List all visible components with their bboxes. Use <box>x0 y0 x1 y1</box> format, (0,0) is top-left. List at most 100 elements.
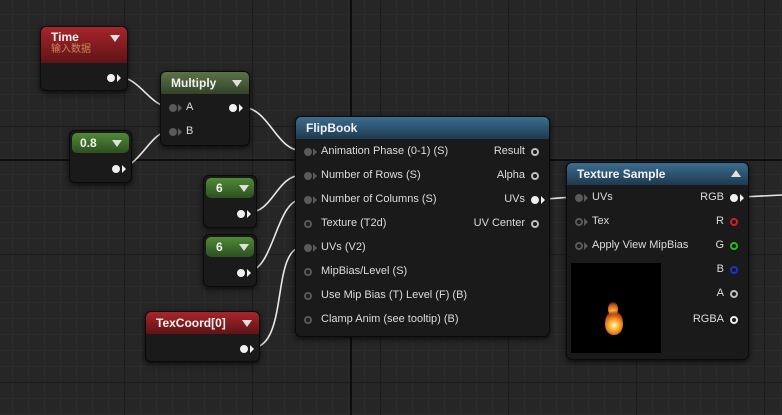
texture-sample-input-mipbias-label: Apply View MipBias <box>592 239 689 251</box>
chevron-down-icon[interactable] <box>232 80 242 87</box>
flipbook-output-uvs-label: UVs <box>504 193 525 205</box>
flipbook-input-columns-pin[interactable] <box>304 196 312 204</box>
pin-arrow-icon <box>313 148 317 156</box>
time-output-pin[interactable] <box>107 74 115 82</box>
pin-arrow-icon <box>178 128 182 136</box>
texture-sample-input-mipbias-pin[interactable] <box>575 242 583 250</box>
texture-sample-output-g-label: G <box>715 239 724 251</box>
pin-arrow-icon <box>740 194 744 202</box>
time-node-header[interactable]: Time 输入数据 <box>41 27 127 63</box>
multiply-output-pin[interactable] <box>229 104 237 112</box>
multiply-input-b-pin[interactable] <box>169 128 177 136</box>
multiply-node[interactable]: Multiply A B <box>160 71 250 146</box>
pin-arrow-icon <box>584 218 588 226</box>
texture-sample-input-tex-pin[interactable] <box>575 218 583 226</box>
texture-sample-node[interactable]: Texture Sample UVs Tex Apply View MipBia… <box>566 162 749 360</box>
chevron-down-icon[interactable] <box>239 185 249 192</box>
texture-preview <box>571 263 661 353</box>
pin-arrow-icon <box>122 165 126 173</box>
chevron-down-icon[interactable] <box>242 320 252 327</box>
flipbook-input-phase-label: Animation Phase (0-1) (S) <box>321 145 449 157</box>
multiply-input-a-pin[interactable] <box>169 104 177 112</box>
flipbook-input-mipbias-pin[interactable] <box>304 268 312 276</box>
texture-sample-output-rgb-label: RGB <box>700 191 724 203</box>
multiply-node-header[interactable]: Multiply <box>161 72 249 94</box>
flipbook-input-uvs-label: UVs (V2) <box>321 241 366 253</box>
constant-columns-node[interactable]: 6 <box>203 234 257 287</box>
multiply-input-b-label: B <box>186 125 194 137</box>
pin-arrow-icon <box>584 194 588 202</box>
flipbook-input-uvs-pin[interactable] <box>304 244 312 252</box>
multiply-node-title: Multiply <box>171 76 217 90</box>
flipbook-input-phase-pin[interactable] <box>304 148 312 156</box>
constant-0-8-value: 0.8 <box>80 136 97 150</box>
texture-sample-output-g-pin[interactable] <box>730 242 738 250</box>
flipbook-input-usemipbias-pin[interactable] <box>304 292 312 300</box>
texture-sample-title: Texture Sample <box>577 167 666 181</box>
flipbook-input-clampanim-label: Clamp Anim (see tooltip) (B) <box>321 313 459 325</box>
flipbook-input-columns-label: Number of Columns (S) <box>321 193 437 205</box>
multiply-input-a-label: A <box>186 101 194 113</box>
pin-arrow-icon <box>250 345 254 353</box>
texture-sample-output-a-pin[interactable] <box>730 290 738 298</box>
pin-arrow-icon <box>584 242 588 250</box>
pin-arrow-icon <box>178 104 182 112</box>
flipbook-output-uvcenter-label: UV Center <box>473 217 525 229</box>
flipbook-input-usemipbias-label: Use Mip Bias (T) Level (F) (B) <box>321 289 468 301</box>
texture-sample-output-rgba-label: RGBA <box>692 313 724 325</box>
texture-sample-output-b-pin[interactable] <box>730 266 738 274</box>
flipbook-input-clampanim-pin[interactable] <box>304 316 312 324</box>
texture-sample-output-b-label: B <box>716 263 724 275</box>
chevron-up-icon[interactable] <box>731 170 741 177</box>
texture-sample-header[interactable]: Texture Sample <box>567 163 748 185</box>
wire-multiply-to-phase <box>240 106 304 152</box>
flame-image <box>605 311 623 335</box>
pin-arrow-icon <box>541 196 545 204</box>
chevron-down-icon[interactable] <box>239 244 249 251</box>
flipbook-input-texture-pin[interactable] <box>304 220 312 228</box>
flipbook-node[interactable]: FlipBook Animation Phase (0-1) (S) Numbe… <box>295 116 550 337</box>
constant-0-8-header[interactable]: 0.8 <box>72 133 129 153</box>
flipbook-node-title: FlipBook <box>306 121 358 135</box>
pin-arrow-icon <box>247 210 251 218</box>
constant-rows-header[interactable]: 6 <box>206 178 254 198</box>
chevron-down-icon[interactable] <box>110 35 120 42</box>
flipbook-input-texture-label: Texture (T2d) <box>321 217 387 229</box>
pin-arrow-icon <box>117 74 121 82</box>
texture-sample-input-uvs-pin[interactable] <box>575 194 583 202</box>
texture-sample-output-a-label: A <box>716 287 724 299</box>
pin-arrow-icon <box>313 244 317 252</box>
constant-rows-node[interactable]: 6 <box>203 175 257 228</box>
constant-rows-output-pin[interactable] <box>237 210 245 218</box>
constant-0-8-node[interactable]: 0.8 <box>69 130 132 183</box>
time-node[interactable]: Time 输入数据 <box>40 26 128 91</box>
time-node-title: Time <box>51 30 79 44</box>
flipbook-output-uvs-pin[interactable] <box>531 196 539 204</box>
texcoord-node[interactable]: TexCoord[0] <box>145 311 260 362</box>
pin-arrow-icon <box>313 172 317 180</box>
texture-sample-output-rgb-pin[interactable] <box>730 194 738 202</box>
flipbook-output-uvcenter-pin[interactable] <box>531 220 539 228</box>
texcoord-node-title: TexCoord[0] <box>156 316 226 330</box>
constant-columns-value: 6 <box>216 240 223 254</box>
texture-sample-input-tex-label: Tex <box>592 215 610 227</box>
pin-arrow-icon <box>313 196 317 204</box>
texcoord-node-header[interactable]: TexCoord[0] <box>146 312 259 334</box>
flipbook-node-header[interactable]: FlipBook <box>296 117 549 139</box>
constant-0-8-output-pin[interactable] <box>112 165 120 173</box>
constant-columns-header[interactable]: 6 <box>206 237 254 257</box>
flipbook-input-rows-pin[interactable] <box>304 172 312 180</box>
flipbook-output-result-label: Result <box>493 145 525 157</box>
texture-sample-input-uvs-label: UVs <box>592 191 613 203</box>
flipbook-input-mipbias-label: MipBias/Level (S) <box>321 265 408 277</box>
chevron-down-icon[interactable] <box>112 140 122 147</box>
texture-sample-output-r-pin[interactable] <box>730 218 738 226</box>
pin-arrow-icon <box>247 269 251 277</box>
flipbook-input-rows-label: Number of Rows (S) <box>321 169 421 181</box>
flipbook-output-alpha-pin[interactable] <box>531 172 539 180</box>
flipbook-output-result-pin[interactable] <box>531 148 539 156</box>
constant-columns-output-pin[interactable] <box>237 269 245 277</box>
flipbook-output-alpha-label: Alpha <box>496 169 525 181</box>
texcoord-output-pin[interactable] <box>240 345 248 353</box>
texture-sample-output-rgba-pin[interactable] <box>730 316 738 324</box>
